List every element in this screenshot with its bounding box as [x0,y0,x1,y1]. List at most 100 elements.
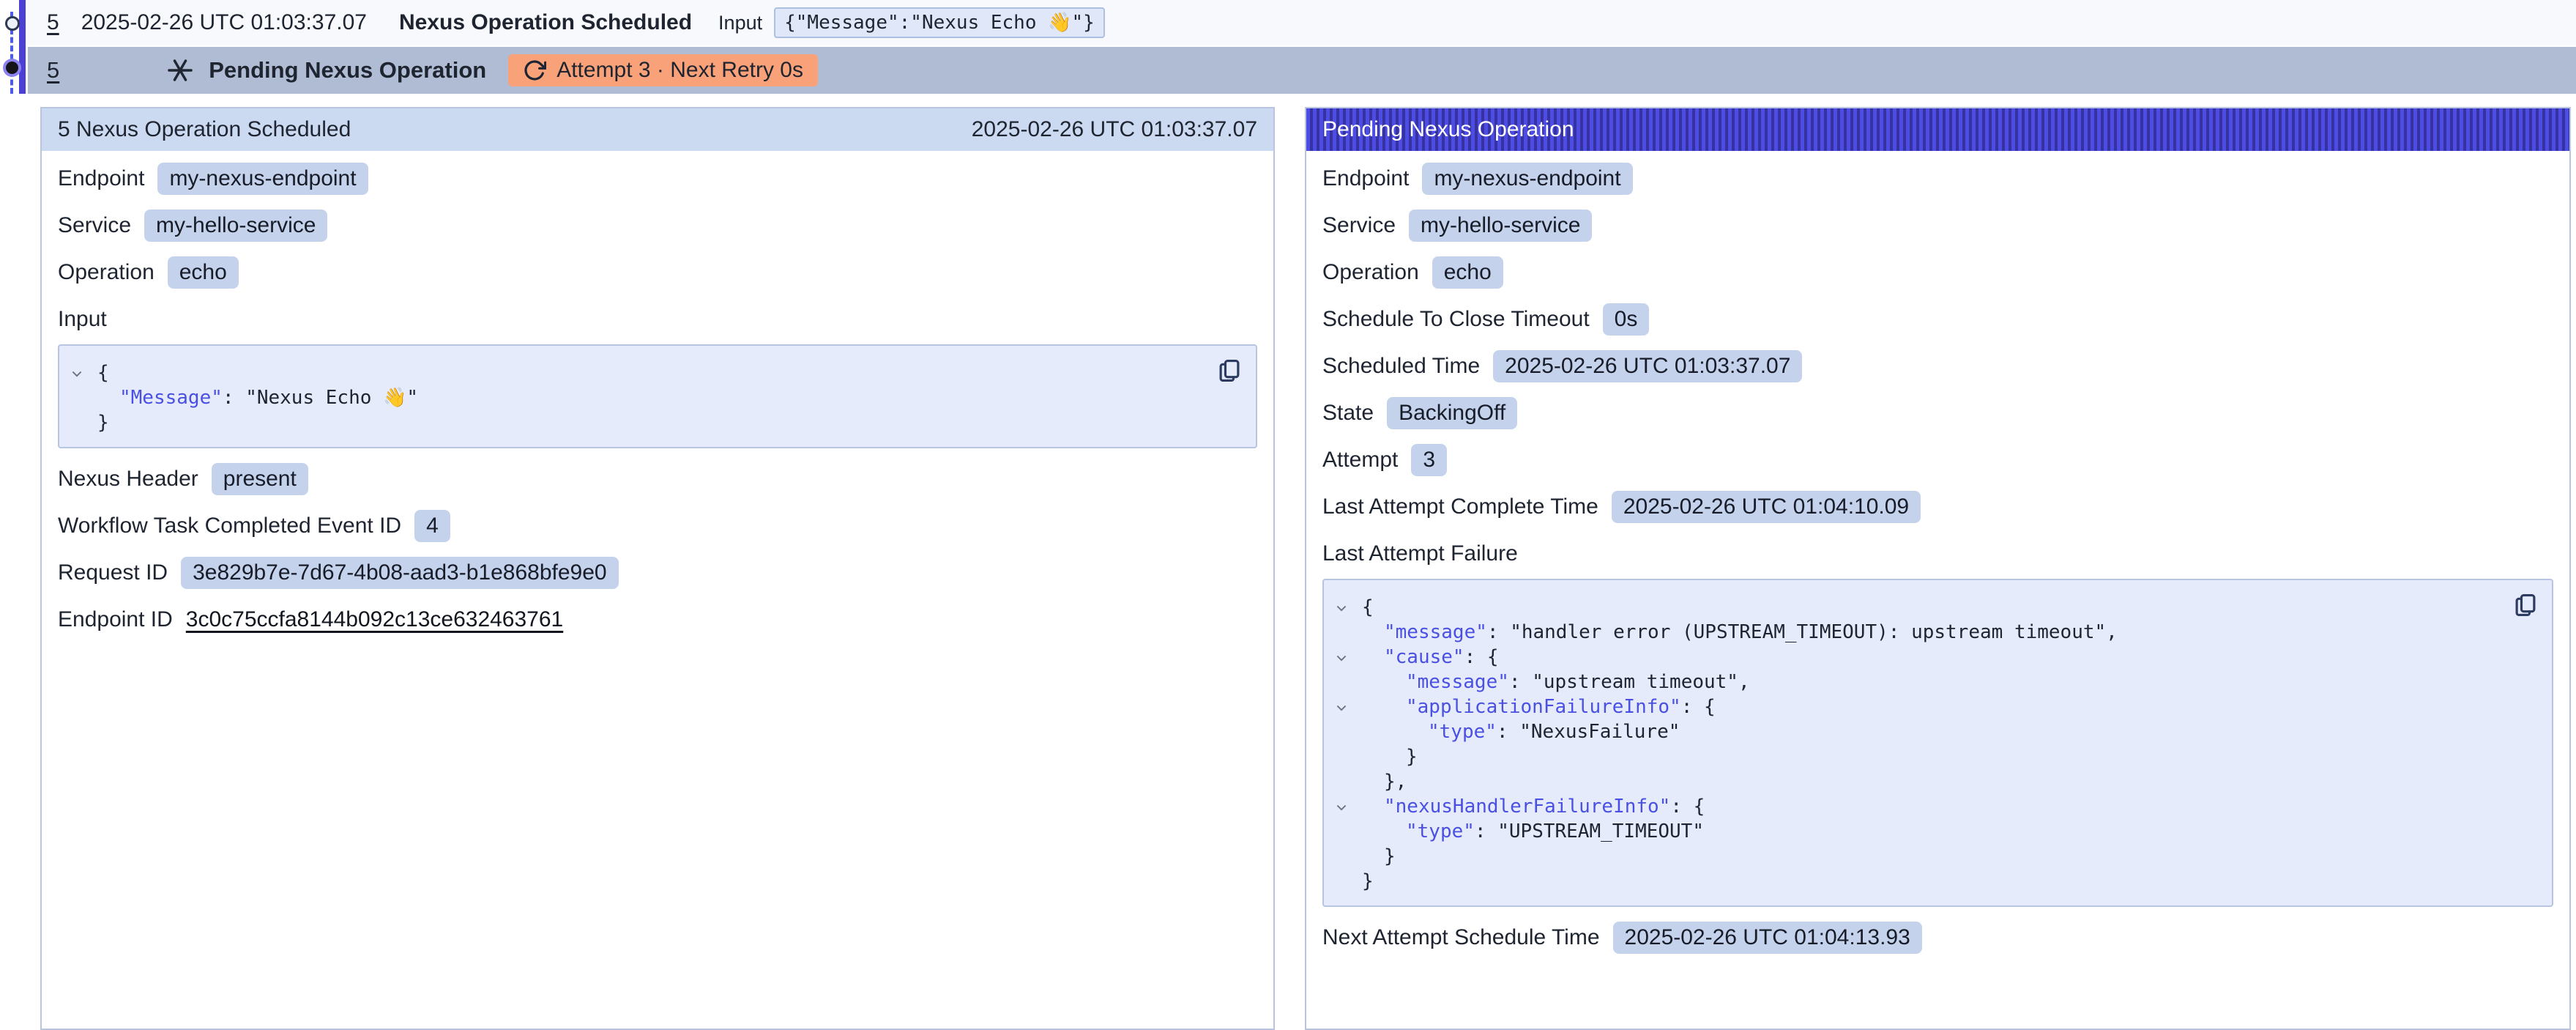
field-value-chip: 2025-02-26 UTC 01:03:37.07 [1493,350,1802,382]
chevron-down-icon[interactable] [1334,599,1362,613]
pending-operation-row[interactable]: 5 Pending Nexus Operation Attempt 3 · Ne… [28,47,2576,94]
field-label: Attempt [1322,448,1398,473]
field-label: Workflow Task Completed Event ID [58,514,401,538]
timeline-active-bar [19,0,26,94]
field-label: Nexus Header [58,467,198,492]
retry-icon [523,59,546,82]
field-row-endpoint: Endpoint my-nexus-endpoint [1322,163,2553,195]
code-line-text: } [97,410,109,435]
left-panel-fields: Endpoint my-nexus-endpoint Service my-hello… [42,163,1273,658]
left-panel-time: 2025-02-26 UTC 01:03:37.07 [972,117,1257,142]
input-preview-chip: {"Message":"Nexus Echo 👋"} [774,7,1105,38]
code-line-text: "type": "UPSTREAM_TIMEOUT" [1362,819,1704,844]
code-line-text: } [1362,844,1396,869]
code-line-text: { [1362,595,1374,620]
event-id-link[interactable]: 5 [47,10,59,35]
field-row-endpoint-id: Endpoint ID 3c0c75ccfa8144b092c13ce632463… [58,604,1257,636]
code-line-text: "nexusHandlerFailureInfo": { [1362,794,1705,819]
left-panel-header: 5 Nexus Operation Scheduled 2025-02-26 U… [42,108,1273,151]
field-value-chip: 3e829b7e-7d67-4b08-aad3-b1e868bfe9e0 [181,557,619,589]
field-value-chip: 4 [414,510,450,542]
field-value-chip: 2025-02-26 UTC 01:04:13.93 [1613,922,1922,954]
field-label: Input [58,307,107,332]
copy-icon [2512,591,2539,619]
copy-icon [1216,357,1243,385]
field-row-request-id: Request ID 3e829b7e-7d67-4b08-aad3-b1e868… [58,557,1257,589]
field-label: Scheduled Time [1322,354,1480,379]
code-line-text: "message": "upstream timeout", [1362,670,1750,694]
code-line-text: "type": "NexusFailure" [1362,719,1680,744]
field-value-link[interactable]: 3c0c75ccfa8144b092c13ce632463761 [186,607,563,632]
field-label: Endpoint ID [58,607,173,632]
json-code-block: {"Message": "Nexus Echo 👋"} [58,344,1257,448]
json-code-block: {"message": "handler error (UPSTREAM_TIM… [1322,579,2553,907]
retry-badge: Attempt 3 · Next Retry 0s [508,54,818,86]
right-panel-fields: Endpoint my-nexus-endpoint Service my-hello… [1306,163,2569,976]
code-line-text: "message": "handler error (UPSTREAM_TIME… [1362,620,2118,645]
right-panel-header: Pending Nexus Operation [1306,108,2569,151]
field-row-endpoint: Endpoint my-nexus-endpoint [58,163,1257,195]
field-value-chip: my-hello-service [1409,210,1592,242]
field-label: Service [58,213,131,238]
field-row-state: State BackingOff [1322,397,2553,429]
field-row-last-attempt-failure: Last Attempt Failure [1322,538,2553,570]
code-line-text: } [1362,869,1374,894]
field-row-nexus-header: Nexus Header present [58,463,1257,495]
chevron-down-icon[interactable] [1334,648,1362,663]
event-title: Nexus Operation Scheduled [399,10,692,35]
code-line-text: } [1362,744,1418,769]
pending-operation-panel-right: Pending Nexus Operation Endpoint my-nexus… [1305,107,2571,1030]
field-value-chip: my-nexus-endpoint [1422,163,1632,195]
timeline-node-active-icon [6,62,18,74]
event-time: 2025-02-26 UTC 01:03:37.07 [81,10,367,35]
field-row-next-attempt-schedule-time: Next Attempt Schedule Time 2025-02-26 UTC… [1322,922,2553,954]
pending-title: Pending Nexus Operation [209,57,486,84]
field-value-chip: echo [168,256,239,289]
field-label: Endpoint [1322,166,1409,191]
field-row-operation: Operation echo [58,256,1257,289]
event-detail-panel-left: 5 Nexus Operation Scheduled 2025-02-26 U… [40,107,1275,1030]
chevron-down-icon[interactable] [1334,698,1362,713]
field-label: Next Attempt Schedule Time [1322,925,1600,950]
code-line-text: "cause": { [1362,645,1499,670]
pending-asterisk-icon [166,56,194,84]
field-label: Last Attempt Complete Time [1322,494,1598,519]
copy-button[interactable] [1213,355,1246,388]
field-value-chip: BackingOff [1387,397,1517,429]
field-row-attempt: Attempt 3 [1322,444,2553,476]
code-line-text: "applicationFailureInfo": { [1362,694,1716,719]
code-line-text: "Message": "Nexus Echo 👋" [97,385,418,410]
field-value-chip: 2025-02-26 UTC 01:04:10.09 [1612,491,1921,523]
field-value-chip: 3 [1411,444,1447,476]
timeline-node-circle-icon [5,16,20,31]
left-panel-title: 5 Nexus Operation Scheduled [58,117,351,142]
field-label: Operation [58,260,155,285]
field-row-workflow-task-completed-event-id: Workflow Task Completed Event ID 4 [58,510,1257,542]
field-row-last-attempt-complete-time: Last Attempt Complete Time 2025-02-26 UTC… [1322,491,2553,523]
field-row-service: Service my-hello-service [1322,210,2553,242]
field-label: Last Attempt Failure [1322,541,1518,566]
field-value-chip: 0s [1603,303,1650,336]
right-panel-title: Pending Nexus Operation [1322,117,1574,142]
field-row-operation: Operation echo [1322,256,2553,289]
chevron-down-icon[interactable] [1334,798,1362,812]
field-label: Operation [1322,260,1419,285]
event-history-row[interactable]: 5 2025-02-26 UTC 01:03:37.07 Nexus Opera… [28,0,2576,45]
chevron-down-icon[interactable] [70,364,97,379]
field-value-chip: present [212,463,308,495]
field-value-chip: echo [1432,256,1503,289]
field-label: Endpoint [58,166,144,191]
field-label: Request ID [58,560,168,585]
copy-button[interactable] [2509,589,2542,623]
code-line-text: { [97,360,109,385]
field-label: Service [1322,213,1396,238]
field-value-chip: my-nexus-endpoint [157,163,368,195]
code-line-text: }, [1362,769,1407,794]
field-label: State [1322,401,1374,426]
field-label: Schedule To Close Timeout [1322,307,1590,332]
field-row-input: Input [58,303,1257,336]
input-label: Input [718,12,762,34]
pending-id-link[interactable]: 5 [47,57,59,84]
retry-badge-label: Attempt 3 · Next Retry 0s [556,58,803,83]
field-value-chip: my-hello-service [144,210,327,242]
